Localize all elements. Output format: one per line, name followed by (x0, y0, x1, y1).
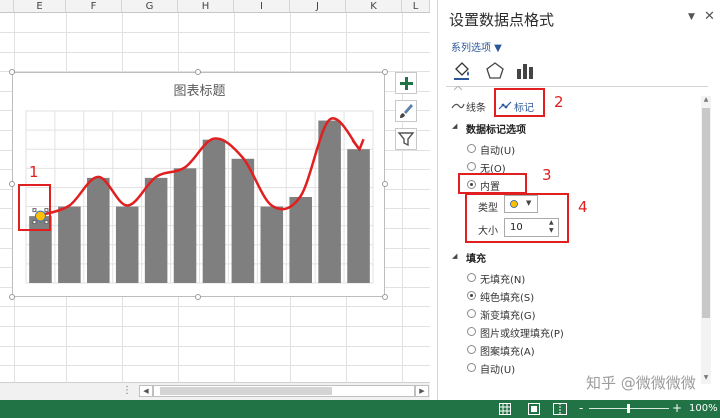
tab-line[interactable]: 线条 (451, 99, 491, 114)
page-break-preview-icon[interactable] (553, 403, 567, 415)
marker-options-header[interactable]: 数据标记选项 (466, 121, 526, 136)
chart-bar-6[interactable] (173, 168, 197, 283)
fill-solid-radio[interactable] (467, 291, 476, 300)
close-pane-button[interactable]: ✕ (704, 9, 715, 24)
plot-area[interactable] (13, 73, 386, 298)
effects-tab[interactable] (484, 60, 506, 82)
fill-solid-label[interactable]: 纯色填充(S) (480, 289, 534, 304)
chart-bar-10[interactable] (289, 197, 312, 283)
tab-line-label: 线条 (466, 103, 486, 114)
marker-auto-radio[interactable] (467, 144, 476, 153)
chart-bar-12[interactable] (347, 149, 370, 283)
normal-view-icon[interactable] (499, 403, 511, 415)
fill-none-label[interactable]: 无填充(N) (480, 271, 525, 286)
brush-icon (400, 104, 413, 118)
filter-icon (397, 132, 415, 147)
fill-line-tab[interactable] (451, 60, 473, 82)
column-header-k[interactable]: K (346, 0, 402, 13)
marker-none-radio[interactable] (467, 162, 476, 171)
chart-resize-handle-l[interactable] (9, 181, 15, 187)
chart-bar-5[interactable] (144, 177, 168, 283)
annotation-box-1 (18, 184, 51, 231)
fill-none-radio[interactable] (467, 273, 476, 282)
chart-resize-handle-r[interactable] (382, 181, 388, 187)
pane-scroll-down[interactable]: ▼ (701, 374, 711, 383)
column-header-partial[interactable] (0, 0, 14, 13)
horizontal-scrollbar-track[interactable] (153, 385, 415, 397)
chart-bar-11[interactable] (318, 120, 341, 283)
fill-picture-radio[interactable] (467, 327, 476, 336)
line-icon (451, 103, 465, 109)
chart-resize-handle-b[interactable] (195, 294, 201, 300)
chart-styles-button[interactable] (395, 100, 417, 122)
chart-resize-handle-t[interactable] (195, 69, 201, 75)
scroll-left-button[interactable]: ◀ (139, 385, 153, 397)
horizontal-scrollbar-thumb[interactable] (160, 387, 332, 395)
chart-resize-handle-tr[interactable] (382, 69, 388, 75)
zoom-level[interactable]: 100% (689, 403, 718, 414)
split-handle[interactable]: ⋮ (120, 384, 134, 398)
chart-filters-button[interactable] (395, 128, 417, 150)
zoom-in-button[interactable]: + (672, 401, 682, 415)
annotation-number-1: 1 (29, 163, 39, 181)
chart-bar-4[interactable] (115, 206, 139, 283)
fill-auto-label[interactable]: 自动(U) (480, 361, 515, 376)
series-options-tab[interactable] (514, 60, 536, 82)
pentagon-icon (486, 62, 504, 79)
active-tab-caret (453, 83, 463, 91)
watermark: 知乎 @微微微微 (586, 374, 696, 392)
paint-bucket-icon (454, 62, 469, 80)
chart-bar-3[interactable] (87, 177, 110, 283)
chart-resize-handle-bl[interactable] (9, 294, 15, 300)
column-header-f[interactable]: F (66, 0, 122, 13)
chart-elements-button[interactable] (395, 72, 417, 94)
fill-gradient-radio[interactable] (467, 309, 476, 318)
column-header-j[interactable]: J (290, 0, 346, 13)
annotation-box-3 (458, 173, 527, 194)
fill-auto-radio[interactable] (467, 363, 476, 372)
chart-bar-7[interactable] (202, 139, 226, 283)
pane-scrollbar-thumb[interactable] (702, 108, 710, 318)
collapse-fill-icon[interactable]: ◢ (452, 252, 457, 260)
chart-bar-2[interactable] (58, 206, 81, 283)
fill-header[interactable]: 填充 (466, 250, 486, 265)
series-options-dropdown[interactable]: 系列选项 ▼ (451, 39, 502, 54)
annotation-box-2 (494, 88, 545, 117)
plus-icon (400, 77, 413, 90)
status-bar: - + 100% (0, 400, 720, 418)
pane-scroll-up[interactable]: ▲ (701, 96, 711, 105)
chart-object[interactable]: 图表标题 (12, 72, 385, 297)
scroll-right-button[interactable]: ▶ (415, 385, 429, 397)
fill-gradient-label[interactable]: 渐变填充(G) (480, 307, 536, 322)
pane-title: 设置数据点格式 (449, 11, 555, 29)
fill-pattern-label[interactable]: 图案填充(A) (480, 343, 535, 358)
annotation-number-2: 2 (554, 93, 564, 111)
column-header-g[interactable]: G (122, 0, 178, 13)
chart-bar-8[interactable] (231, 158, 255, 283)
fill-picture-label[interactable]: 图片或纹理填充(P) (480, 325, 564, 340)
annotation-number-3: 3 (542, 166, 552, 184)
fill-pattern-radio[interactable] (467, 345, 476, 354)
chart-bar-9[interactable] (260, 206, 284, 283)
chart-resize-handle-tl[interactable] (9, 69, 15, 75)
zoom-out-button[interactable]: - (579, 401, 583, 415)
pane-options-dropdown[interactable]: ▼ (688, 12, 695, 22)
sheet-scroll-row: ⋮ ◀ ▶ (0, 382, 430, 400)
collapse-marker-options-icon[interactable]: ◢ (452, 122, 457, 130)
annotation-number-4: 4 (578, 198, 588, 216)
pane-scrollbar-track[interactable]: ▲ ▼ (701, 96, 711, 384)
format-data-point-pane: 设置数据点格式 ▼ ✕ 系列选项 ▼ 线条 标记 2 ▲ ▼ ◢ 数据标记选项 … (437, 0, 720, 400)
bar-chart-icon (517, 64, 533, 79)
chart-resize-handle-br[interactable] (382, 294, 388, 300)
zoom-slider-thumb[interactable] (627, 404, 630, 413)
column-header-h[interactable]: H (178, 0, 234, 13)
page-layout-icon[interactable] (528, 403, 540, 415)
pane-divider (446, 86, 708, 87)
column-header-i[interactable]: I (234, 0, 290, 13)
column-header-l[interactable]: L (402, 0, 430, 13)
annotation-box-4 (465, 193, 569, 243)
marker-auto-label[interactable]: 自动(U) (480, 142, 515, 157)
column-header-e[interactable]: E (14, 0, 66, 13)
